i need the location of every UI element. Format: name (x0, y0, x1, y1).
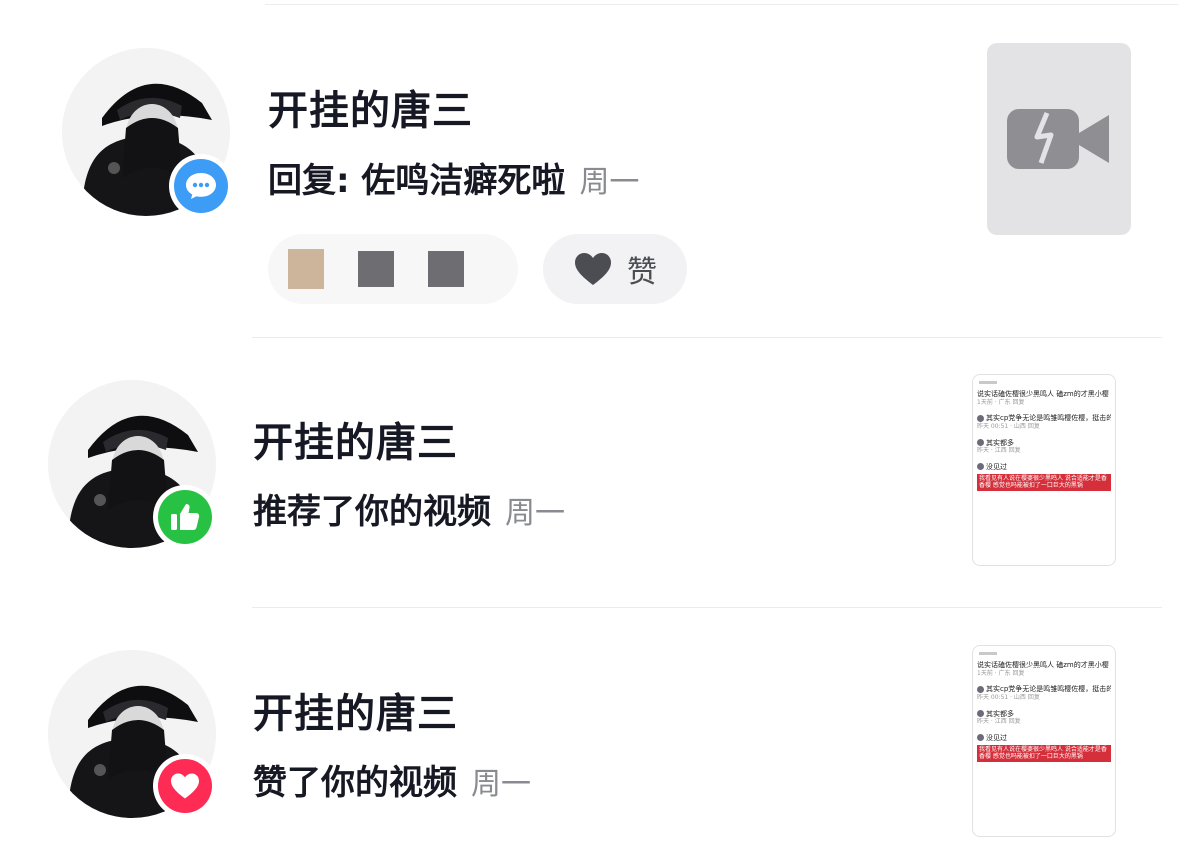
thumb-handle (979, 652, 997, 655)
thumb-comment: 其实都多 (977, 439, 1111, 448)
thumb-highlight: 我看见有人说在樱婆很少黑鸣人 说合适能才是香香樱 感觉也吗能被扣了一口巨大的黑锅 (977, 744, 1111, 763)
notification-text: 推荐了你的视频 周一 (253, 484, 565, 533)
video-unavailable-icon (1007, 109, 1109, 169)
video-thumbnail[interactable]: 说实话磕佐樱很少黑鸣人 磕zm的才黑小樱 1天前 · 广东 回复 其实cp党争无… (972, 374, 1116, 566)
reply-input-blurred[interactable] (268, 234, 518, 304)
row-divider (252, 337, 1162, 338)
notification-text: 回复: 佐鸣洁癖死啦 周一 (268, 153, 639, 202)
thumb-meta: 昨天 00:51 · 山西 回复 (977, 694, 1040, 701)
like-recommend-badge (153, 485, 217, 549)
reply-text: 回复: 佐鸣洁癖死啦 (268, 161, 566, 201)
like-badge (153, 754, 217, 818)
video-thumbnail[interactable] (987, 43, 1131, 235)
thumb-comment-text: 其实都多 (986, 438, 1014, 447)
thumb-comment: 没见过 (977, 734, 1111, 743)
timestamp: 周一 (505, 496, 565, 531)
thumb-comment: 其实cp党争无论是鸣雏鸣樱佐樱，挺击的都是女孩子 (977, 414, 1111, 423)
comment-badge (169, 154, 233, 218)
thumb-comment-text: 没见过 (986, 462, 1007, 471)
username[interactable]: 开挂的唐三 (253, 410, 458, 468)
comment-icon (186, 173, 216, 199)
thumb-comment-text: 其实cp党争无论是鸣雏鸣樱佐樱，挺击的都是女孩子 (986, 685, 1111, 694)
thumbs-up-icon (171, 504, 200, 530)
notification-text: 赞了你的视频 周一 (253, 755, 531, 804)
thumb-handle (979, 381, 997, 384)
video-thumbnail[interactable]: 说实话磕佐樱很少黑鸣人 磕zm的才黑小樱 1天前 · 广东 回复 其实cp党争无… (972, 645, 1116, 837)
top-divider (265, 4, 1178, 5)
like-button[interactable]: 赞 (543, 234, 687, 304)
thumb-highlight: 我看见有人说在樱婆很少黑鸣人 说合适能才是香香樱 感觉也吗能被扣了一口巨大的黑锅 (977, 473, 1111, 492)
username[interactable]: 开挂的唐三 (268, 78, 473, 136)
thumb-meta: 昨天 · 江西 回复 (977, 718, 1021, 726)
thumb-comment-text: 其实cp党争无论是鸣雏鸣樱佐樱，挺击的都是女孩子 (986, 414, 1111, 423)
thumb-meta: 昨天 00:51 · 山西 回复 (977, 423, 1040, 430)
action-text: 推荐了你的视频 (253, 492, 491, 532)
thumb-comment: 其实都多 (977, 710, 1111, 719)
thumb-meta: 昨天 · 江西 回复 (977, 447, 1021, 455)
thumb-comment: 没见过 (977, 463, 1111, 472)
thumb-comment-text: 没见过 (986, 733, 1007, 742)
thumb-comment: 其实cp党争无论是鸣雏鸣樱佐樱，挺击的都是女孩子 (977, 685, 1111, 694)
heart-icon (171, 773, 199, 799)
heart-icon (575, 253, 611, 285)
blurred-emoji (428, 251, 464, 287)
blurred-emoji (288, 249, 324, 289)
row-divider (252, 607, 1162, 608)
thumb-title: 说实话磕佐樱很少黑鸣人 磕zm的才黑小樱 (977, 390, 1109, 398)
thumb-comment-text: 其实都多 (986, 709, 1014, 718)
timestamp: 周一 (471, 767, 531, 802)
action-text: 赞了你的视频 (253, 763, 457, 803)
blurred-emoji (358, 251, 394, 287)
thumb-meta: 1天前 · 广东 回复 (977, 669, 1025, 677)
username[interactable]: 开挂的唐三 (253, 681, 458, 739)
like-label: 赞 (627, 255, 657, 290)
timestamp: 周一 (579, 165, 640, 200)
thumb-title: 说实话磕佐樱很少黑鸣人 磕zm的才黑小樱 (977, 661, 1109, 669)
thumb-meta: 1天前 · 广东 回复 (977, 398, 1025, 406)
